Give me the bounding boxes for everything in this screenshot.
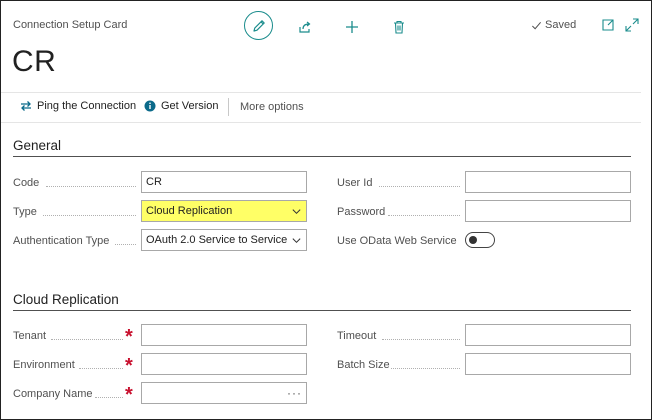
page-title: CR	[12, 45, 57, 78]
code-value: CR	[146, 176, 162, 188]
label-leader	[43, 215, 136, 216]
timeout-label: Timeout	[337, 330, 377, 342]
info-icon	[144, 100, 156, 112]
ping-connection-label: Ping the Connection	[37, 100, 137, 112]
new-button[interactable]	[338, 13, 366, 41]
label-leader	[51, 339, 123, 340]
label-leader	[382, 339, 460, 340]
checkmark-icon	[532, 21, 542, 29]
chevron-down-icon	[292, 237, 301, 243]
share-button[interactable]	[291, 13, 319, 41]
saved-status: Saved	[531, 19, 576, 31]
expand-icon	[625, 18, 639, 32]
batch-size-field[interactable]	[465, 353, 631, 375]
action-bar-divider-bottom	[1, 122, 641, 123]
use-odata-toggle[interactable]	[465, 232, 495, 248]
page-caption: Connection Setup Card	[13, 19, 128, 31]
required-indicator: *	[125, 355, 133, 377]
authentication-type-value: OAuth 2.0 Service to Service	[146, 234, 288, 246]
saved-label: Saved	[545, 19, 577, 31]
open-in-new-window-icon	[602, 19, 614, 31]
user-id-field[interactable]	[465, 171, 631, 193]
authentication-type-select[interactable]: OAuth 2.0 Service to Service	[141, 229, 307, 251]
required-indicator: *	[125, 384, 133, 406]
section-title-cloud-replication[interactable]: Cloud Replication	[13, 292, 119, 307]
edit-button[interactable]	[244, 11, 273, 40]
tenant-label: Tenant	[13, 330, 47, 342]
type-select[interactable]: Cloud Replication	[141, 200, 307, 222]
label-leader	[79, 368, 123, 369]
action-bar-divider-top	[1, 92, 641, 93]
toggle-knob	[469, 235, 477, 244]
environment-field[interactable]	[141, 353, 307, 375]
get-version-action[interactable]: Get Version	[144, 100, 218, 112]
expand-button[interactable]	[618, 11, 646, 39]
user-id-label: User Id	[337, 177, 373, 189]
password-label: Password	[337, 206, 386, 218]
environment-label: Environment	[13, 359, 75, 371]
tenant-field[interactable]	[141, 324, 307, 346]
label-leader	[391, 368, 460, 369]
delete-button[interactable]	[385, 13, 413, 41]
share-icon	[299, 21, 311, 33]
code-label: Code	[13, 177, 40, 189]
required-indicator: *	[125, 326, 133, 348]
lookup-button[interactable]: ···	[287, 386, 302, 400]
label-leader	[115, 244, 136, 245]
label-leader	[388, 215, 460, 216]
label-leader	[46, 186, 136, 187]
company-name-field[interactable]: ···	[141, 382, 307, 404]
swap-arrows-icon	[21, 101, 31, 111]
authentication-type-label: Authentication Type	[13, 235, 110, 247]
new-icon	[346, 21, 358, 33]
ping-connection-action[interactable]: Ping the Connection	[20, 100, 136, 112]
label-leader	[379, 186, 460, 187]
use-odata-label: Use OData Web Service	[337, 235, 457, 247]
edit-icon	[252, 19, 265, 32]
timeout-field[interactable]	[465, 324, 631, 346]
section-rule-cloud-replication	[13, 310, 631, 311]
code-field[interactable]: CR	[141, 171, 307, 193]
type-value: Cloud Replication	[146, 205, 233, 217]
action-separator	[228, 98, 229, 116]
label-leader	[95, 397, 123, 398]
company-name-label: Company Name	[13, 388, 93, 400]
batch-size-label: Batch Size	[337, 359, 390, 371]
more-options-button[interactable]: More options	[240, 101, 304, 113]
type-label: Type	[13, 206, 37, 218]
chevron-down-icon	[292, 208, 301, 214]
section-title-general[interactable]: General	[13, 138, 61, 153]
connection-setup-card: Connection Setup Card CR Saved Ping the …	[0, 0, 652, 420]
get-version-label: Get Version	[161, 100, 219, 112]
section-rule-general	[13, 156, 631, 157]
delete-icon	[394, 20, 404, 34]
password-field[interactable]	[465, 200, 631, 222]
